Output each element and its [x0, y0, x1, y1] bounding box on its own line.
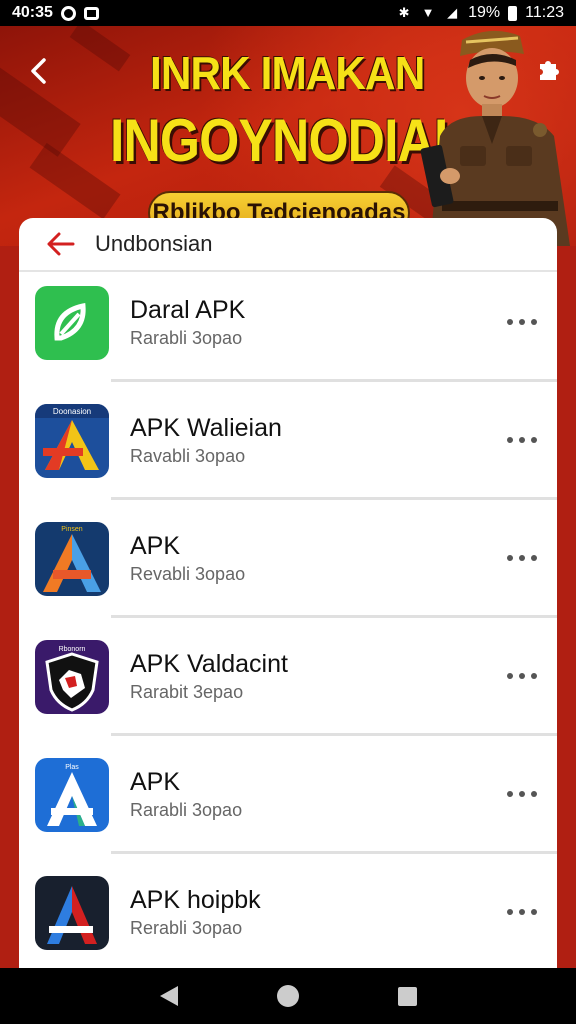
puzzle-icon[interactable] — [534, 56, 562, 84]
more-options-icon[interactable] — [507, 784, 537, 804]
orange-blue-a-icon: Pinsen — [35, 522, 109, 596]
list-item[interactable]: Pinsen APK Revabli 3opao — [19, 500, 557, 618]
app-icon-label: Plas — [65, 764, 79, 771]
notification-icon — [60, 5, 76, 21]
battery-percent: 19% — [468, 4, 501, 21]
app-list-card: Undbonsian Daral APK Rarabli 3opao Doona… — [19, 218, 557, 970]
battery-icon — [508, 5, 518, 21]
list-item[interactable]: Doonasion APK Walieian Ravabli 3opao — [19, 382, 557, 500]
banner-title-line2: INGOYNODIAI — [110, 107, 448, 174]
app-name: APK Walieian — [130, 414, 282, 442]
app-icon-label: Doonasion — [53, 407, 91, 416]
app-name: APK — [130, 532, 181, 560]
nav-recents-icon[interactable] — [397, 986, 417, 1006]
list-item[interactable]: APK hoipbk Rerabli 3opao — [19, 854, 557, 970]
banner-title-line1: INRK IMAKAN — [150, 47, 425, 99]
more-options-icon[interactable] — [507, 548, 537, 568]
message-icon — [83, 6, 99, 20]
list-item[interactable]: Plas APK Rarabli 3opao — [19, 736, 557, 854]
purple-shield-icon: Rbonorn — [35, 640, 109, 714]
blue-a-icon: Plas — [35, 758, 109, 832]
app-subtitle: Rerabli 3opao — [130, 918, 243, 938]
app-subtitle: Rarabit 3epao — [130, 682, 244, 702]
app-icon-label: Pinsen — [61, 526, 83, 533]
green-leaf-icon — [35, 286, 109, 360]
more-options-icon[interactable] — [507, 666, 537, 686]
status-bar: 40:35 ✱ ▼ ◢ 19% 11:23 — [0, 0, 576, 26]
app-name: APK Valdacint — [130, 650, 288, 678]
more-options-icon[interactable] — [507, 902, 537, 922]
wifi-icon: ▼ — [421, 5, 435, 20]
app-subtitle: Ravabli 3opao — [130, 446, 246, 466]
app-subtitle: Rarabli 3opao — [130, 800, 243, 820]
app-name: APK hoipbk — [130, 886, 261, 914]
app-subtitle: Revabli 3opao — [130, 564, 246, 584]
list-item[interactable]: Rbonorn APK Valdacint Rarabit 3epao — [19, 618, 557, 736]
app-icon-label: Rbonorn — [59, 646, 86, 653]
system-nav-bar — [0, 968, 576, 1024]
more-options-icon[interactable] — [507, 312, 537, 332]
list-item[interactable]: Daral APK Rarabli 3opao — [19, 264, 557, 382]
yellow-a-icon: Doonasion — [35, 404, 109, 478]
bluetooth-icon: ✱ — [398, 5, 410, 20]
nav-back-icon[interactable] — [159, 986, 178, 1006]
status-time-right: 11:23 — [525, 4, 564, 21]
promo-banner[interactable]: INRK IMAKAN INGOYNODIAI Rblikbo Tedcieno… — [0, 26, 576, 246]
back-arrow-icon[interactable] — [22, 54, 56, 88]
app-name: APK — [130, 768, 181, 796]
app-name: Daral APK — [130, 296, 246, 324]
back-arrow-icon[interactable] — [43, 229, 79, 259]
dark-a-icon — [35, 876, 109, 950]
signal-icon: ◢ — [447, 5, 458, 20]
card-title: Undbonsian — [95, 231, 213, 256]
status-time-left: 40:35 — [12, 4, 53, 21]
nav-home-icon[interactable] — [276, 985, 299, 1007]
more-options-icon[interactable] — [507, 430, 537, 450]
app-subtitle: Rarabli 3opao — [130, 328, 243, 348]
